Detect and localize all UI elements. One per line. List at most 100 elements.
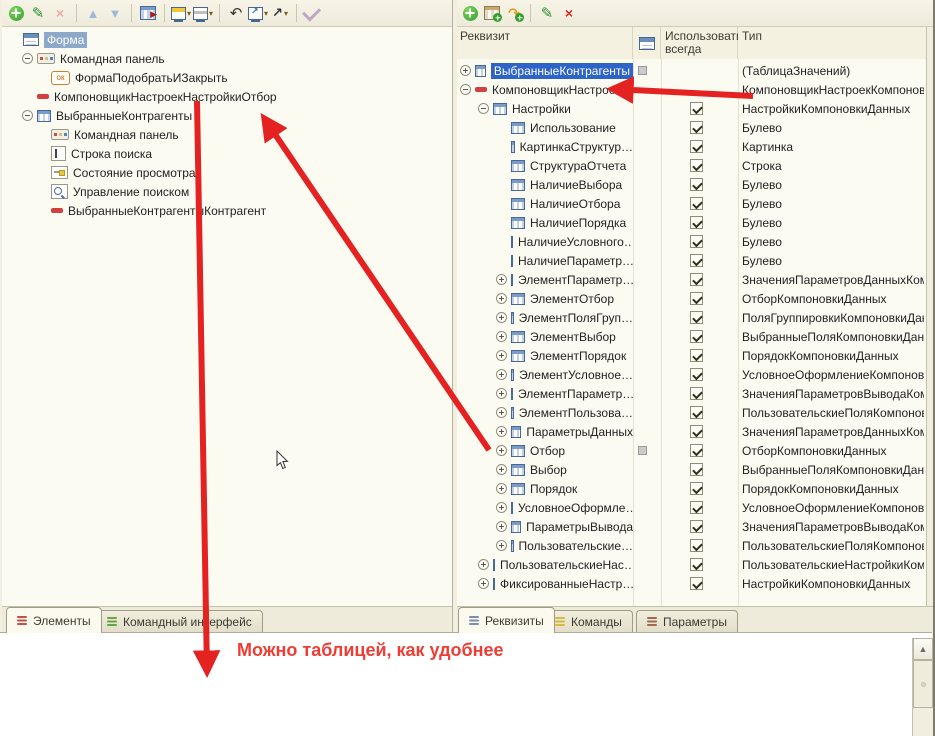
attribute-row[interactable]: ЭлементПорядок ПорядокКомпоновкиДанных	[456, 346, 926, 365]
use-always-checkbox[interactable]	[690, 235, 703, 248]
expander-icon[interactable]	[496, 331, 507, 342]
use-always-checkbox[interactable]	[690, 425, 703, 438]
expander-icon[interactable]	[22, 53, 33, 64]
use-always-checkbox[interactable]	[690, 482, 703, 495]
use-always-checkbox[interactable]	[690, 102, 703, 115]
attribute-row[interactable]: УсловноеОформле… УсловноеОформлениеКомпо…	[456, 498, 926, 517]
delete-icon[interactable]: ×	[559, 3, 579, 23]
expander-icon[interactable]	[496, 540, 507, 551]
tree-item[interactable]: ВыбранныеКонтрагентыКонтрагент	[2, 201, 452, 220]
use-always-checkbox[interactable]	[690, 159, 703, 172]
scale-dropdown-icon[interactable]: ↗▾	[270, 3, 290, 23]
window-size-dropdown-icon[interactable]: ▾	[248, 3, 268, 23]
expander-icon[interactable]	[478, 103, 489, 114]
expander-icon[interactable]	[496, 426, 507, 437]
column-header-type[interactable]: Тип	[738, 27, 926, 59]
tree-item[interactable]: Состояние просмотра	[2, 163, 452, 182]
use-always-checkbox[interactable]	[690, 216, 703, 229]
panel-splitter[interactable]	[452, 0, 457, 632]
panels-dropdown-icon[interactable]: ▾	[193, 3, 213, 23]
apply-check-icon[interactable]	[303, 3, 323, 23]
use-always-checkbox[interactable]	[690, 311, 703, 324]
attribute-row[interactable]: ПользовательскиеНас… ПользовательскиеНас…	[456, 555, 926, 574]
use-always-checkbox[interactable]	[690, 330, 703, 343]
attribute-row[interactable]: Пользовательские… ПользовательскиеПоляКо…	[456, 536, 926, 555]
attribute-row[interactable]: ФиксированныеНастр… НастройкиКомпоновкиД…	[456, 574, 926, 593]
expander-icon[interactable]	[478, 559, 489, 570]
attribute-row[interactable]: Настройки НастройкиКомпоновкиДанных	[456, 99, 926, 118]
expander-icon[interactable]	[496, 464, 507, 475]
expander-icon[interactable]	[496, 312, 507, 323]
tree-item[interactable]: Форма	[2, 30, 452, 49]
use-always-checkbox[interactable]	[690, 387, 703, 400]
attribute-row[interactable]: НаличиеВыбора Булево	[456, 175, 926, 194]
use-always-checkbox[interactable]	[690, 140, 703, 153]
attribute-row[interactable]: ЭлементПараметр… ЗначенияПараметровДанны…	[456, 270, 926, 289]
column-header-attribute[interactable]: Реквизит	[456, 27, 633, 59]
expander-icon[interactable]	[496, 483, 507, 494]
add-attribute-icon[interactable]: ↷	[504, 3, 524, 23]
attribute-row[interactable]: ЭлементПараметр… ЗначенияПараметровВывод…	[456, 384, 926, 403]
expander-icon[interactable]	[496, 445, 507, 456]
tree-item[interactable]: Строка поиска	[2, 144, 452, 163]
expander-icon[interactable]	[496, 369, 507, 380]
preview-scrollbar[interactable]: ▲	[912, 638, 933, 736]
attribute-row[interactable]: НаличиеУсловного… Булево	[456, 232, 926, 251]
use-always-checkbox[interactable]	[690, 292, 703, 305]
elements-tab-2[interactable]: Командный интерфейс	[96, 610, 263, 632]
use-always-checkbox[interactable]	[690, 406, 703, 419]
attribute-row[interactable]: НаличиеОтбора Булево	[456, 194, 926, 213]
attribute-row[interactable]: ЭлементПоляГруп… ПоляГруппировкиКомпонов…	[456, 308, 926, 327]
column-header-form-icon[interactable]	[633, 27, 661, 59]
expander-icon[interactable]	[496, 502, 507, 513]
use-always-checkbox[interactable]	[690, 501, 703, 514]
expander-icon[interactable]	[496, 293, 507, 304]
tree-item[interactable]: КомпоновщикНастроекНастройкиОтбор	[2, 87, 452, 106]
use-always-checkbox[interactable]	[690, 558, 703, 571]
attribute-row[interactable]: НаличиеПараметр… Булево	[456, 251, 926, 270]
attribute-row[interactable]: ВыбранныеКонтрагенты (ТаблицаЗначений)	[456, 61, 926, 80]
expander-icon[interactable]	[496, 274, 507, 285]
form-view-dropdown-icon[interactable]: ▾	[171, 3, 191, 23]
use-always-checkbox[interactable]	[690, 254, 703, 267]
tree-item[interactable]: ок ФормаПодобратьИЗакрыть	[2, 68, 452, 87]
expander-icon[interactable]	[22, 110, 33, 121]
use-always-checkbox[interactable]	[690, 197, 703, 210]
attributes-tab-3[interactable]: Параметры	[636, 610, 738, 632]
tree-item[interactable]: Командная панель	[2, 49, 452, 68]
add-icon[interactable]	[6, 3, 26, 23]
scroll-thumb[interactable]	[913, 660, 933, 708]
edit-icon[interactable]: ✎	[537, 3, 557, 23]
attribute-row[interactable]: Порядок ПорядокКомпоновкиДанных	[456, 479, 926, 498]
expander-icon[interactable]	[496, 407, 507, 418]
attribute-row[interactable]: НаличиеПорядка Булево	[456, 213, 926, 232]
scroll-up-button[interactable]: ▲	[913, 638, 933, 660]
tree-item[interactable]: Управление поиском	[2, 182, 452, 201]
attributes-tab-2[interactable]: Команды	[544, 610, 633, 632]
attribute-row[interactable]: КартинкаСтруктур… Картинка	[456, 137, 926, 156]
elements-tab-1[interactable]: Элементы	[6, 607, 102, 633]
attributes-scrollbar[interactable]	[926, 27, 935, 606]
add-table-attribute-icon[interactable]	[482, 3, 502, 23]
use-always-checkbox[interactable]	[690, 368, 703, 381]
attribute-row[interactable]: ЭлементВыбор ВыбранныеПоляКомпоновкиДанн…	[456, 327, 926, 346]
use-always-checkbox[interactable]	[690, 121, 703, 134]
delete-icon-disabled[interactable]: ×	[50, 3, 70, 23]
undo-arrow-icon[interactable]: ↶	[226, 3, 246, 23]
use-always-checkbox[interactable]	[690, 463, 703, 476]
use-always-checkbox[interactable]	[690, 539, 703, 552]
use-always-checkbox[interactable]	[690, 178, 703, 191]
attribute-row[interactable]: ПараметрыВывода ЗначенияПараметровВывода…	[456, 517, 926, 536]
attribute-row[interactable]: Отбор ОтборКомпоновкиДанных	[456, 441, 926, 460]
attribute-row[interactable]: ЭлементПользова… ПользовательскиеПоляКом…	[456, 403, 926, 422]
attribute-row[interactable]: Использование Булево	[456, 118, 926, 137]
use-always-checkbox[interactable]	[690, 349, 703, 362]
expander-icon[interactable]	[496, 388, 507, 399]
tree-item[interactable]: Командная панель	[2, 125, 452, 144]
use-always-checkbox[interactable]	[690, 520, 703, 533]
expander-icon[interactable]	[496, 350, 507, 361]
expander-icon[interactable]	[496, 521, 507, 532]
column-header-use-always[interactable]: Использовать всегда	[661, 27, 738, 59]
attribute-row[interactable]: ПараметрыДанных ЗначенияПараметровДанных…	[456, 422, 926, 441]
expander-icon[interactable]	[460, 65, 471, 76]
